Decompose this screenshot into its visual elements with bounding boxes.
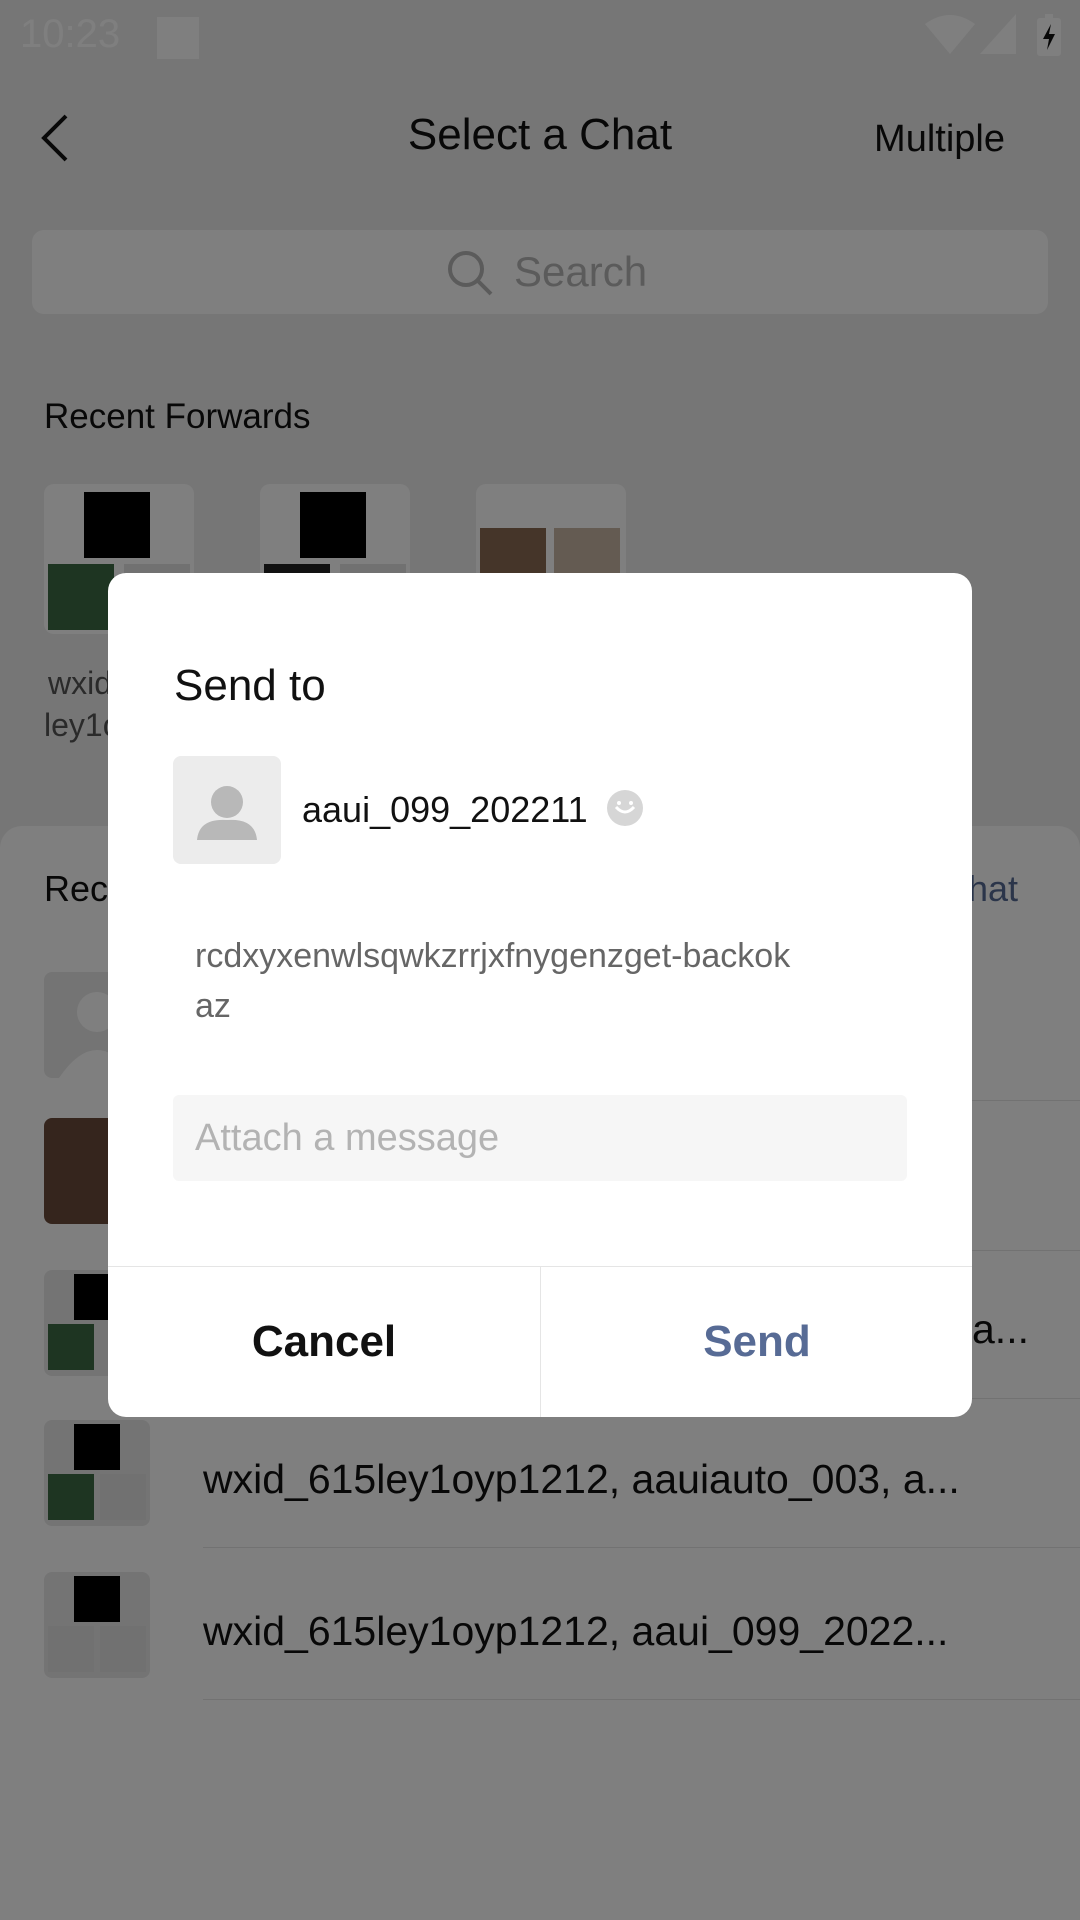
recipient-avatar (173, 756, 281, 864)
dialog-title: Send to (174, 661, 326, 710)
recipient-name: aaui_099_202211 (302, 789, 588, 830)
cancel-button[interactable]: Cancel (108, 1267, 540, 1417)
smile-icon (607, 790, 643, 826)
send-button[interactable]: Send (541, 1267, 972, 1417)
forwarded-content: rcdxyxenwlsqwkzrrjxfnygenzget-backokaz (195, 937, 791, 1025)
person-icon (197, 786, 257, 840)
send-to-dialog: Send to aaui_099_202211 rcdxyxenwlsqwkzr… (108, 573, 972, 1417)
attach-message-input[interactable] (173, 1095, 907, 1181)
